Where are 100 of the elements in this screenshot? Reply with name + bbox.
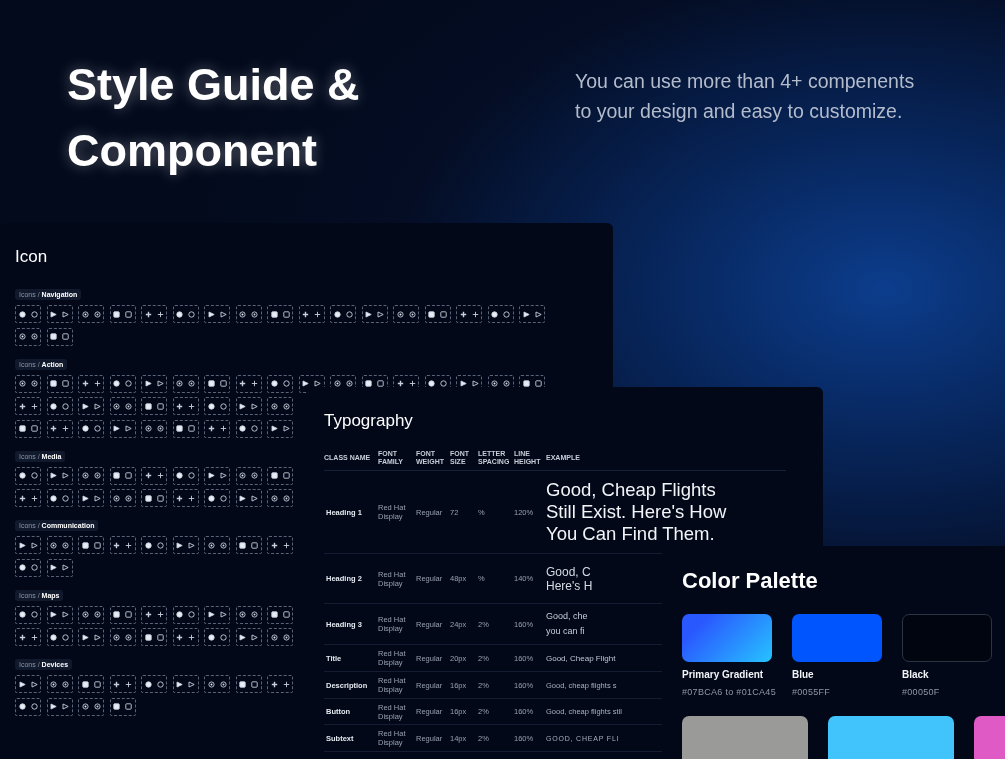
square-icon: [239, 680, 246, 688]
circle-icon: [81, 425, 89, 432]
plus-icon: [144, 310, 152, 318]
plus-icon: [188, 402, 195, 410]
plus-icon: [459, 310, 467, 318]
example-text: Good, Cheap Flight: [546, 653, 616, 663]
plus-icon: [144, 611, 152, 618]
panel-title: Color Palette: [682, 567, 819, 595]
plus-icon: [396, 380, 404, 387]
plus-icon: [302, 310, 309, 318]
panel-title: Icon: [15, 247, 49, 267]
square-icon: [93, 680, 101, 688]
circle-icon: [18, 611, 26, 618]
circle-icon: [503, 310, 510, 318]
circle-icon: [113, 380, 120, 387]
circle-icon: [219, 402, 227, 410]
circle-icon: [18, 472, 26, 479]
plus-icon: [125, 541, 132, 549]
square-icon: [113, 611, 120, 618]
plus-icon: [270, 541, 278, 549]
circle-icon: [176, 472, 183, 479]
plus-icon: [81, 380, 89, 387]
square-icon: [282, 310, 290, 318]
square-icon: [81, 541, 89, 549]
circle-icon: [282, 380, 290, 387]
plus-icon: [30, 402, 38, 410]
plus-icon: [125, 680, 132, 688]
example-text: Good, Cheap Flights Still Exist. Here's How You Can Find Them.: [546, 479, 727, 545]
square-icon: [125, 611, 132, 618]
square-icon: [251, 541, 258, 549]
square-icon: [156, 494, 164, 502]
example-text: Good, C Here's H: [546, 564, 593, 593]
circle-icon: [188, 310, 195, 318]
square-icon: [50, 380, 57, 387]
square-icon: [282, 611, 290, 618]
circle-icon: [50, 494, 57, 502]
circle-icon: [270, 380, 278, 387]
square-icon: [93, 541, 101, 549]
square-icon: [428, 310, 435, 318]
square-icon: [144, 633, 152, 641]
circle-icon: [50, 633, 57, 641]
square-icon: [18, 425, 26, 432]
circle-icon: [144, 541, 152, 549]
plus-icon: [156, 310, 164, 318]
square-icon: [270, 310, 278, 318]
circle-icon: [93, 425, 101, 432]
square-icon: [50, 333, 57, 340]
plus-icon: [18, 494, 26, 502]
plus-icon: [176, 633, 183, 641]
circle-icon: [207, 633, 215, 641]
plus-icon: [314, 310, 321, 318]
plus-icon: [30, 494, 38, 502]
plus-icon: [93, 380, 101, 387]
circle-icon: [30, 564, 38, 571]
square-icon: [113, 310, 120, 318]
circle-icon: [62, 494, 69, 502]
swatch-name: Primary Gradient: [682, 669, 765, 680]
circle-icon: [251, 425, 258, 432]
circle-icon: [188, 472, 195, 479]
plus-icon: [18, 402, 26, 410]
circle-icon: [18, 310, 26, 318]
plus-icon: [62, 425, 69, 432]
plus-icon: [219, 425, 227, 432]
plus-icon: [239, 380, 246, 387]
square-icon: [176, 425, 183, 432]
plus-icon: [188, 633, 195, 641]
plus-icon: [251, 380, 258, 387]
circle-icon: [176, 310, 183, 318]
circle-icon: [219, 633, 227, 641]
plus-icon: [113, 541, 120, 549]
square-icon: [113, 703, 120, 710]
square-icon: [282, 472, 290, 479]
swatch-value: #0055FF: [792, 687, 832, 697]
square-icon: [125, 472, 132, 479]
square-icon: [30, 425, 38, 432]
square-icon: [156, 633, 164, 641]
plus-icon: [156, 611, 164, 618]
plus-icon: [30, 633, 38, 641]
hero-title: Style Guide & Component: [67, 58, 360, 178]
square-icon: [125, 310, 132, 318]
panel-title: Typography: [324, 411, 414, 431]
plus-icon: [188, 494, 195, 502]
circle-icon: [125, 380, 132, 387]
square-icon: [251, 680, 258, 688]
square-icon: [440, 310, 447, 318]
circle-icon: [333, 310, 341, 318]
circle-icon: [18, 564, 26, 571]
circle-icon: [207, 402, 215, 410]
swatch-name: Blue: [792, 669, 815, 680]
square-icon: [144, 402, 152, 410]
plus-icon: [282, 541, 290, 549]
square-icon: [188, 425, 195, 432]
circle-icon: [491, 310, 498, 318]
circle-icon: [62, 633, 69, 641]
swatch-name: Black: [902, 669, 930, 680]
plus-icon: [144, 472, 152, 479]
plus-icon: [156, 472, 164, 479]
square-icon: [377, 380, 384, 387]
square-icon: [156, 402, 164, 410]
circle-icon: [30, 703, 38, 710]
